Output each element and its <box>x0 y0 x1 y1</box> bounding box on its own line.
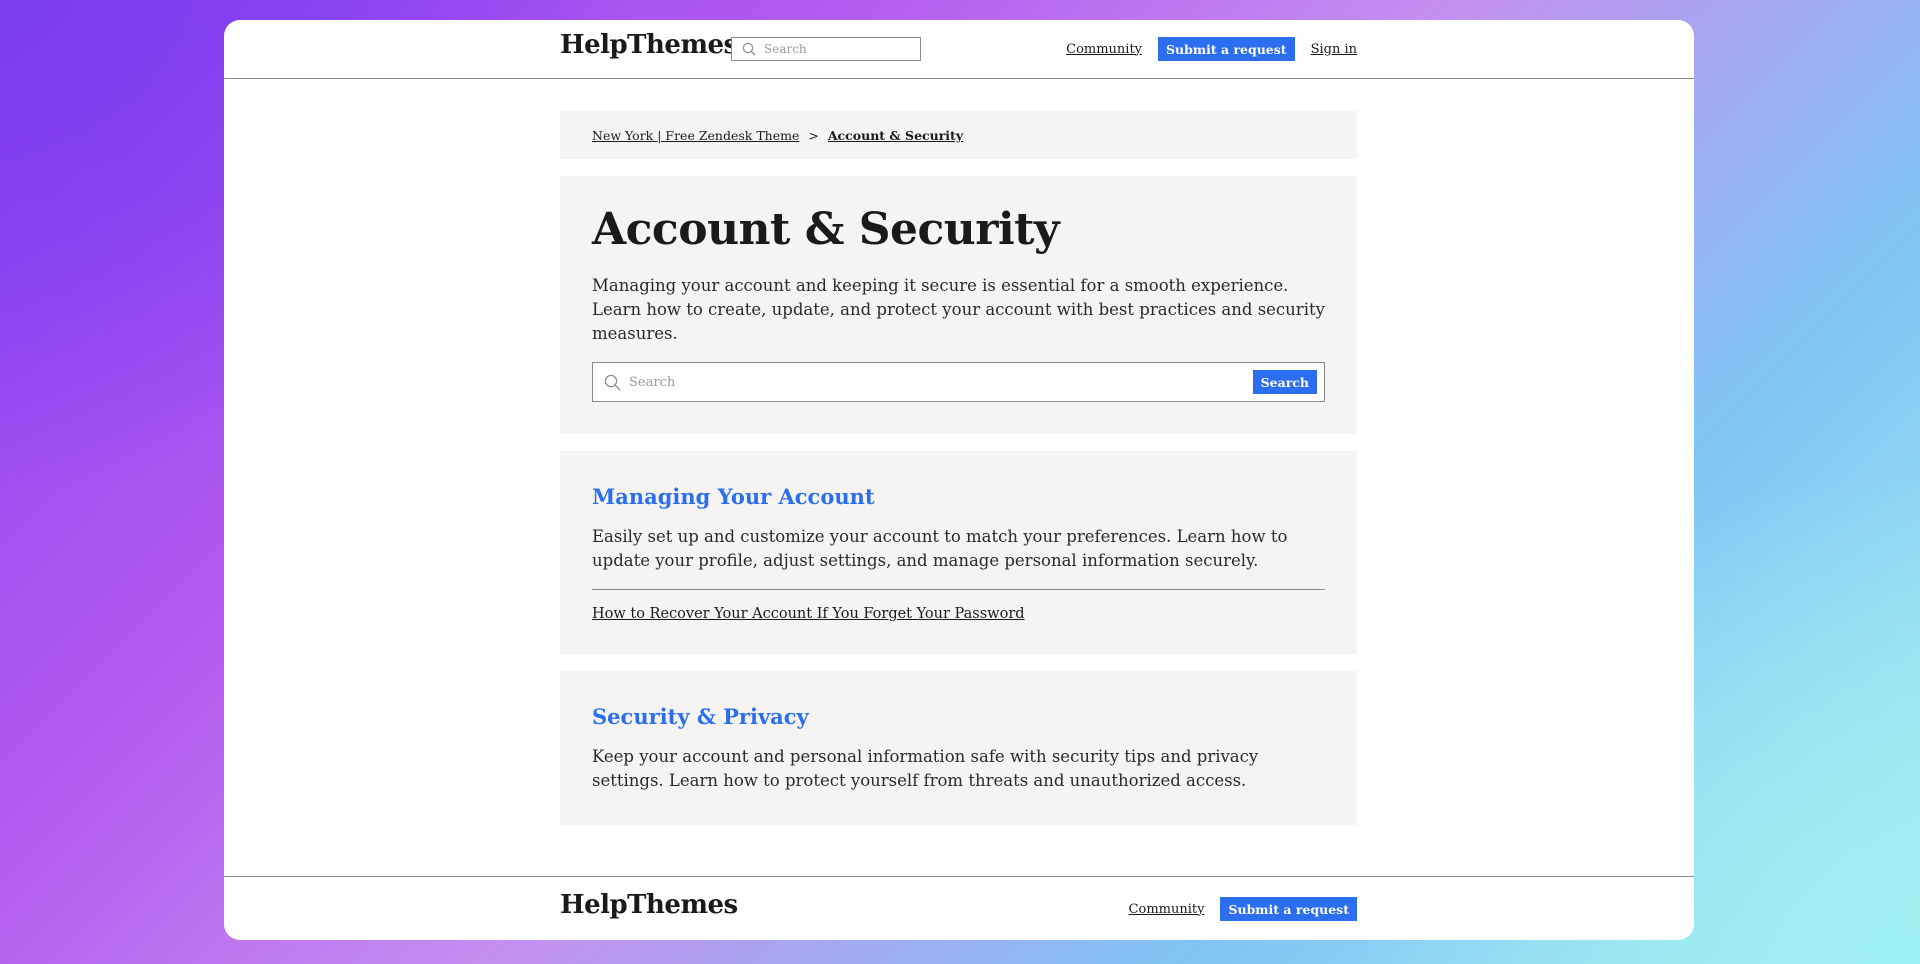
site-footer: HelpThemes Community Submit a request <box>224 876 1694 940</box>
site-header: HelpThemes Community Submit a request Si… <box>224 20 1694 79</box>
footer-container: HelpThemes Community Submit a request <box>560 877 1357 940</box>
breadcrumb: New York | Free Zendesk Theme > Account … <box>560 111 1357 159</box>
site-logo[interactable]: HelpThemes <box>560 30 738 60</box>
footer-community-link[interactable]: Community <box>1129 902 1205 917</box>
category-hero: Account & Security Managing your account… <box>560 176 1357 435</box>
community-link[interactable]: Community <box>1066 42 1142 57</box>
submit-request-button[interactable]: Submit a request <box>1158 37 1295 61</box>
search-icon <box>738 42 760 56</box>
footer-submit-request-button[interactable]: Submit a request <box>1220 897 1357 921</box>
page-title: Account & Security <box>592 204 1060 255</box>
article-link[interactable]: How to Recover Your Account If You Forge… <box>592 606 1025 622</box>
footer-logo[interactable]: HelpThemes <box>560 890 738 920</box>
section-description: Easily set up and customize your account… <box>592 527 1288 571</box>
sign-in-link[interactable]: Sign in <box>1311 42 1357 57</box>
category-search-box[interactable]: Search <box>592 362 1325 403</box>
category-search-input[interactable] <box>625 374 1253 390</box>
section-security-privacy: Security & Privacy Keep your account and… <box>560 671 1357 826</box>
search-icon <box>599 374 625 391</box>
breadcrumb-current-link[interactable]: Account & Security <box>828 128 963 143</box>
section-managing-account: Managing Your Account Easily set up and … <box>560 451 1357 655</box>
main-content: New York | Free Zendesk Theme > Account … <box>560 111 1357 826</box>
header-search-box[interactable] <box>731 37 921 61</box>
category-description: Managing your account and keeping it sec… <box>592 276 1325 344</box>
page-frame: HelpThemes Community Submit a request Si… <box>224 20 1694 940</box>
section-divider <box>592 589 1325 591</box>
footer-nav: Community Submit a request <box>1129 897 1357 921</box>
search-button[interactable]: Search <box>1252 370 1317 395</box>
breadcrumb-separator: > <box>808 127 819 143</box>
header-container: HelpThemes Community Submit a request Si… <box>560 20 1357 79</box>
header-nav: Community Submit a request Sign in <box>1066 37 1357 61</box>
section-title[interactable]: Managing Your Account <box>592 483 1325 511</box>
breadcrumb-home-link[interactable]: New York | Free Zendesk Theme <box>592 128 799 143</box>
section-description: Keep your account and personal informati… <box>592 747 1259 791</box>
section-title[interactable]: Security & Privacy <box>592 703 1325 731</box>
header-search-input[interactable] <box>760 42 910 56</box>
